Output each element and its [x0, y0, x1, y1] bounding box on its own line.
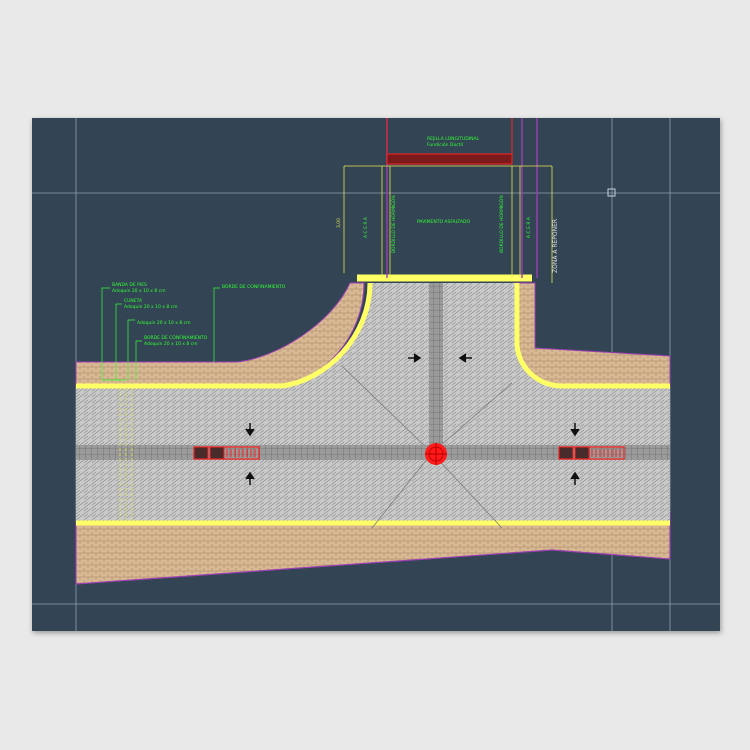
road-intersection-plan: REJILLA LONGITUDINAL Fundición Dúctil PA… [32, 118, 720, 631]
cad-drawing-canvas[interactable]: REJILLA LONGITUDINAL Fundición Dúctil PA… [32, 118, 720, 631]
rejilla-label-1: REJILLA LONGITUDINAL [427, 136, 480, 142]
dim-label: 3,00 [336, 218, 342, 228]
pavimento-label: PAVIMENTO ASFALTADO [417, 219, 470, 225]
ann3-line1: Adoquín 20 x 10 x 8 cm [137, 319, 191, 326]
rejilla-label-2: Fundición Dúctil [427, 141, 463, 148]
acera-left-label: A C E R A [363, 216, 369, 238]
grip-point [607, 188, 616, 197]
ann2-line2: Adoquín 20 x 10 x 8 cm [124, 303, 178, 310]
zona-label: ZONA A REPONER [552, 219, 559, 273]
ann1-line2: Adoquín 20 x 10 x 8 cm [112, 287, 166, 294]
manhole-symbol [425, 443, 447, 465]
vertical-gutter [429, 283, 443, 448]
ann4-line2: Adoquín 20 x 10 x 8 cm [144, 340, 198, 347]
ann1-line1: BANDA DE PIES [112, 282, 147, 288]
bordo-conf-label: BORDE DE CONFINAMIENTO [222, 284, 286, 290]
ann4-line1: BORDE DE CONFINAMIENTO [144, 335, 208, 341]
ann2-line1: CUNETA [124, 298, 143, 304]
longitudinal-grate [386, 153, 513, 165]
acera-right-label: A C E R A [526, 216, 532, 238]
upper-right-sidewalk [513, 282, 671, 387]
bordillo-right-label: BORDILLO DE HORMIGÓN [498, 195, 505, 253]
main-road [76, 283, 670, 523]
bordillo-left-label: BORDILLO DE HORMIGÓN [390, 195, 397, 253]
